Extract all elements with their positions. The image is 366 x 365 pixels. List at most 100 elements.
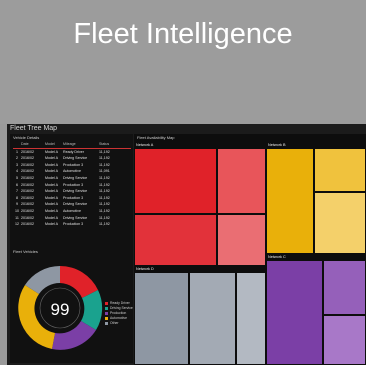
- table-cell: 2016/02: [21, 195, 34, 200]
- table-row[interactable]: 1 2016/02 Model A Ready Driver 11,192: [13, 149, 131, 156]
- app-title: Fleet Tree Map: [10, 125, 58, 132]
- table-cell: Driving Service: [63, 215, 88, 220]
- treemap-cell[interactable]: [236, 272, 266, 365]
- table-row[interactable]: 12 2016/02 Model A Production 3 11,192: [13, 221, 131, 228]
- table-cell: 11,192: [99, 162, 110, 167]
- treemap-cell[interactable]: [134, 148, 217, 214]
- table-cell: 2016/02: [21, 169, 34, 174]
- table-cell: 11,192: [99, 222, 110, 227]
- table-cell: Model A: [45, 156, 58, 161]
- table-cell: Model A: [45, 222, 58, 227]
- treemap-cell[interactable]: [266, 148, 314, 254]
- app-window: Fleet Tree Map Vehicle Details Date Mode…: [7, 124, 366, 365]
- treemap-cell[interactable]: [134, 214, 217, 266]
- table-cell: 11: [15, 215, 19, 220]
- banner-title: Fleet Intelligence: [73, 18, 293, 50]
- treemap-cell[interactable]: [217, 214, 266, 266]
- table-title: Vehicle Details: [13, 135, 40, 140]
- table-cell: Driving Service: [63, 189, 88, 194]
- legend-item: Other: [105, 321, 133, 326]
- table-cell: 5: [16, 175, 18, 180]
- table-cell: Production 3: [63, 162, 84, 167]
- table-cell: Production 3: [63, 182, 84, 187]
- table-cell: 11,192: [99, 182, 110, 187]
- treemap-cell[interactable]: [266, 260, 323, 365]
- table-cell: 2016/02: [21, 189, 34, 194]
- col-header[interactable]: Mileage: [63, 141, 99, 148]
- treemap-cell[interactable]: [323, 260, 366, 315]
- table-row[interactable]: 9 2016/02 Model A Driving Service 11,192: [13, 201, 131, 208]
- table-cell: Driving Service: [63, 156, 88, 161]
- table-cell: Model A: [45, 189, 58, 194]
- treemap-cell[interactable]: [323, 315, 366, 365]
- table-cell: Automotive: [63, 169, 81, 174]
- ring-value: 99: [51, 300, 70, 319]
- table-cell: 3: [16, 162, 18, 167]
- table-cell: 8: [16, 195, 18, 200]
- table-cell: 11,192: [99, 208, 110, 213]
- table-cell: Model A: [45, 202, 58, 207]
- table-cell: 11,192: [99, 195, 110, 200]
- table-cell: 12: [15, 222, 19, 227]
- col-header[interactable]: Status: [99, 141, 127, 148]
- table-cell: Model A: [45, 149, 58, 154]
- table-cell: Production 3: [63, 195, 84, 200]
- col-header[interactable]: [13, 141, 21, 148]
- vehicle-table: Date Model Mileage Status 1 2016/02 Model …: [13, 141, 131, 228]
- col-header[interactable]: Model: [45, 141, 63, 148]
- treemap: Network A Network B Network D Network C: [134, 142, 366, 365]
- table-row[interactable]: 7 2016/02 Model A Driving Service 11,192: [13, 188, 131, 195]
- table-row[interactable]: 11 2016/02 Model A Driving Service 11,192: [13, 215, 131, 222]
- table-cell: Model A: [45, 162, 58, 167]
- fleet-donut-chart: 99: [18, 265, 103, 350]
- table-cell: Model A: [45, 195, 58, 200]
- table-cell: Production 3: [63, 222, 84, 227]
- table-row[interactable]: 3 2016/02 Model A Production 3 11,192: [13, 162, 131, 169]
- left-panel: Vehicle Details Date Model Mileage Statu…: [10, 134, 133, 363]
- table-row[interactable]: 6 2016/02 Model A Production 3 11,192: [13, 182, 131, 189]
- table-row[interactable]: 10 2016/02 Model A Automotive 11,192: [13, 208, 131, 215]
- table-cell: 6: [16, 182, 18, 187]
- table-cell: 2016/02: [21, 149, 34, 154]
- table-cell: 11,192: [99, 149, 110, 154]
- table-cell: 9: [16, 202, 18, 207]
- table-cell: 11,192: [99, 202, 110, 207]
- treemap-cell[interactable]: [314, 148, 366, 192]
- table-cell: Model A: [45, 208, 58, 213]
- table-cell: 2016/02: [21, 208, 34, 213]
- table-row[interactable]: 2 2016/02 Model A Driving Service 11,192: [13, 155, 131, 162]
- table-cell: Model A: [45, 215, 58, 220]
- table-cell: 2016/02: [21, 175, 34, 180]
- table-cell: 1: [16, 149, 18, 154]
- table-cell: 11,192: [99, 215, 110, 220]
- treemap-cell[interactable]: [134, 272, 189, 365]
- table-cell: 2016/02: [21, 182, 34, 187]
- table-cell: 2016/02: [21, 202, 34, 207]
- table-header: Date Model Mileage Status: [13, 141, 131, 149]
- table-cell: Driving Service: [63, 175, 88, 180]
- table-cell: 10: [15, 208, 19, 213]
- table-cell: 2: [16, 156, 18, 161]
- table-cell: Automotive: [63, 208, 81, 213]
- donut-legend: Ready Driver Driving Service Production …: [105, 301, 133, 326]
- table-cell: 11,091: [99, 169, 110, 174]
- table-row[interactable]: 5 2016/02 Model A Driving Service 11,192: [13, 175, 131, 182]
- banner: Fleet Intelligence: [0, 0, 366, 124]
- table-cell: 4: [16, 169, 18, 174]
- table-cell: Ready Driver: [63, 149, 84, 154]
- table-cell: Driving Service: [63, 202, 88, 207]
- treemap-cell[interactable]: [314, 192, 366, 254]
- table-cell: 2016/02: [21, 215, 34, 220]
- table-cell: 11,192: [99, 175, 110, 180]
- table-cell: 2016/02: [21, 156, 34, 161]
- table-cell: 2016/02: [21, 222, 34, 227]
- table-cell: Model A: [45, 182, 58, 187]
- table-row[interactable]: 8 2016/02 Model A Production 3 11,192: [13, 195, 131, 202]
- treemap-cell[interactable]: [217, 148, 266, 214]
- table-cell: 11,192: [99, 189, 110, 194]
- table-cell: Model A: [45, 175, 58, 180]
- table-row[interactable]: 4 2016/02 Model A Automotive 11,091: [13, 168, 131, 175]
- treemap-panel: Fleet Availability Map Network A Network…: [134, 134, 366, 365]
- treemap-cell[interactable]: [189, 272, 236, 365]
- col-header[interactable]: Date: [21, 141, 45, 148]
